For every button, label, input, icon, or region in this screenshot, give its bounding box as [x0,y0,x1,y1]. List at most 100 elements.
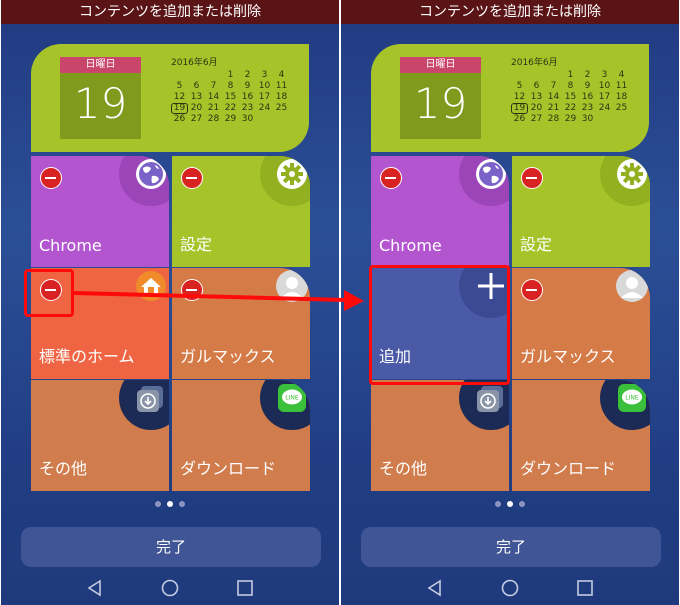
tile-label: その他 [39,459,88,478]
calendar-day: 11 [615,81,628,91]
calendar-day: 29 [224,114,237,124]
pager-dot-current [167,501,173,507]
calendar-day: 29 [564,114,577,124]
tile-label: 標準のホーム [39,347,135,366]
tile-label: Chrome [39,236,102,255]
calendar-day: 25 [615,103,628,113]
calendar-day [613,114,630,125]
calendar-day: 5 [176,81,183,91]
calendar-day: 28 [207,114,220,124]
calendar-day: 3 [261,70,268,80]
calendar-day: 17 [598,92,611,102]
page-indicator [341,499,679,509]
calendar-day: 13 [530,92,543,102]
calendar-day: 6 [533,81,540,91]
pager-dot-current [507,501,513,507]
calendar-day: 22 [224,103,237,113]
tile-chrome[interactable]: Chrome [371,156,509,267]
remove-badge[interactable] [181,167,203,189]
calendar-day: 18 [615,92,628,102]
month-calendar: 2016年6月 1 2 3 4 5 6 7 8 9 10 11 12 13 14 15 16 17 18 19 20 2… [171,56,301,125]
tile-galmax[interactable]: ガルマックス [512,268,650,379]
calendar-day [511,70,528,81]
tile-galmax[interactable]: ガルマックス [172,268,310,379]
calendar-week-row: 1234 [511,70,641,81]
calendar-day: 2 [244,70,251,80]
tile-chrome[interactable]: Chrome [31,156,169,267]
calendar-day: 27 [190,114,203,124]
back-icon[interactable] [83,576,107,600]
calendar-day [171,70,188,81]
pager-dot [155,501,161,507]
calendar-day: 12 [173,92,186,102]
gear-icon [260,156,310,206]
calendar-week-row: 5 6 7 8 9 10 11 [511,81,641,92]
calendar-day: 8 [227,81,234,91]
month-calendar: 2016年6月 1 2 3 4 5 6 7 8 9 10 11 12 13 14 15 16 17 18 19 20 2… [511,56,641,125]
calendar-day: 18 [275,92,288,102]
calendar-day: 20 [530,103,543,113]
tile-settings[interactable]: 設定 [512,156,650,267]
day-of-week: 日曜日 [400,57,481,73]
home-button-icon[interactable] [498,576,522,600]
calendar-day: 9 [244,81,251,91]
calendar-day: 15 [564,92,577,102]
date-display: 日曜日 19 [400,57,481,139]
calendar-day: 10 [258,81,271,91]
day-number: 19 [73,79,128,128]
calendar-day: 27 [530,114,543,124]
calendar-day: 22 [564,103,577,113]
calendar-week-row: 12 13 14 15 16 17 18 [171,92,301,103]
home-button-icon[interactable] [158,576,182,600]
tile-label: ガルマックス [180,347,276,366]
calendar-week-row: 5 6 7 8 9 10 11 [171,81,301,92]
calendar-day: 26 [173,114,186,124]
remove-badge[interactable] [380,167,402,189]
calendar-day: 9 [584,81,591,91]
add-tile-highlight [369,265,510,385]
calendar-day: 21 [207,103,220,113]
contact-avatar-icon [260,268,310,318]
tile-label: ダウンロード [180,459,277,478]
back-icon[interactable] [423,576,447,600]
done-button[interactable]: 完了 [21,527,321,567]
calendar-day [528,70,545,81]
calendar-day: 8 [567,81,574,91]
remove-badge[interactable] [521,167,543,189]
line-app-icon: LINE [600,380,650,430]
screen-title: コンテンツを追加または削除 [341,0,679,24]
remove-badge-highlight [24,269,74,317]
calendar-day: 26 [513,114,526,124]
calendar-week-row: 26 27 28 29 30 [511,114,641,125]
tile-label: ダウンロード [520,459,617,478]
remove-badge[interactable] [181,279,203,301]
pager-dot [495,501,501,507]
navigation-bar [1,571,339,605]
recents-icon[interactable] [573,576,597,600]
tile-download[interactable]: LINE ダウンロード [512,380,650,491]
calendar-day: 1 [227,70,234,80]
recents-icon[interactable] [233,576,257,600]
remove-badge[interactable] [40,167,62,189]
remove-badge[interactable] [521,279,543,301]
done-button[interactable]: 完了 [361,527,661,567]
calendar-week-row: 26 27 28 29 30 [171,114,301,125]
month-label: 2016年6月 [511,58,558,68]
calendar-week-row: 1234 [171,70,301,81]
calendar-day [596,114,613,125]
calendar-day: 30 [581,114,594,124]
navigation-bar [341,571,679,605]
globe-icon [119,156,169,206]
calendar-day: 14 [207,92,220,102]
tile-download[interactable]: LINE ダウンロード [172,380,310,491]
calendar-widget[interactable]: 日曜日 19 2016年6月 1 2 3 4 5 6 7 8 9 10 11 12 13 14 15 16 17… [371,44,649,152]
calendar-day: 16 [241,92,254,102]
tile-settings[interactable]: 設定 [172,156,310,267]
calendar-widget[interactable]: 日曜日 19 2016年6月 1 2 3 4 5 6 7 8 9 10 11 12 13 14 15 16 17… [31,44,309,152]
tile-other[interactable]: その他 [371,380,509,491]
line-icon-text: LINE [285,395,299,402]
calendar-day: 30 [241,114,254,124]
calendar-day: 5 [516,81,523,91]
calendar-day-today: 19 [511,103,528,114]
tile-other[interactable]: その他 [31,380,169,491]
